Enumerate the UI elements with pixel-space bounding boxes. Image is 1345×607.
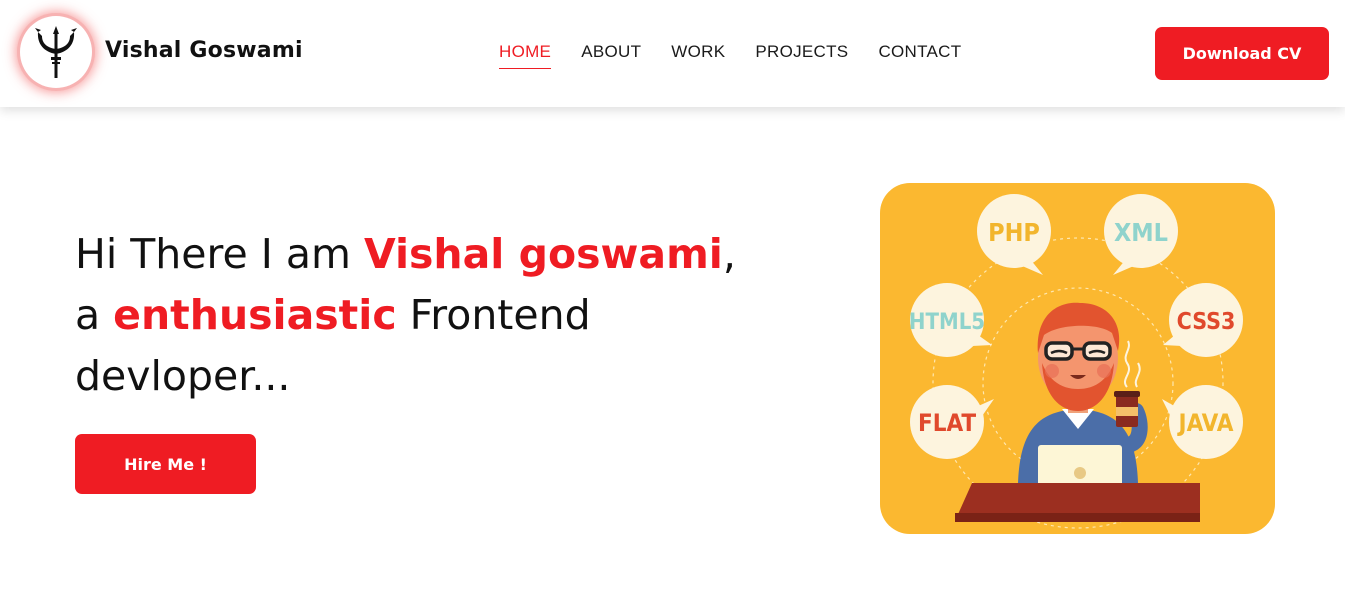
bubble-xml-label: XML [1114, 218, 1168, 247]
hero-heading: Hi There I am Vishal goswami, a enthusia… [75, 224, 815, 407]
bubble-php-label: PHP [988, 218, 1040, 247]
bubble-flat: FLAT [910, 385, 994, 459]
developer-illustration: PHP XML HTML5 CSS3 FLAT JAVA [880, 183, 1275, 534]
developer-illustration-art: PHP XML HTML5 CSS3 FLAT JAVA [909, 194, 1243, 529]
bubble-html5: HTML5 [909, 283, 992, 357]
site-header: Vishal Goswami HOME ABOUT WORK PROJECTS … [0, 0, 1345, 107]
hero-line-3: devloper... [75, 352, 291, 400]
hero-line-1-prefix: Hi There I am [75, 230, 364, 278]
nav-work[interactable]: WORK [671, 42, 725, 69]
brand-name[interactable]: Vishal Goswami [105, 38, 303, 63]
hero-accent-word: enthusiastic [113, 291, 397, 339]
trident-icon [35, 26, 77, 78]
hero-line-1: Hi There I am Vishal goswami, [75, 224, 815, 285]
download-cv-button[interactable]: Download CV [1155, 27, 1329, 80]
nav-contact[interactable]: CONTACT [878, 42, 961, 69]
hero-line-1-suffix: , [722, 230, 736, 278]
bubble-css3-label: CSS3 [1177, 309, 1236, 335]
bubble-flat-label: FLAT [918, 409, 976, 437]
main-nav: HOME ABOUT WORK PROJECTS CONTACT [499, 42, 991, 69]
bubble-css3: CSS3 [1163, 283, 1243, 357]
nav-projects[interactable]: PROJECTS [755, 42, 848, 69]
bubble-xml: XML [1104, 194, 1178, 275]
bubble-java: JAVA [1162, 385, 1243, 459]
hero-line-2: a enthusiastic Frontend [75, 285, 815, 346]
nav-home[interactable]: HOME [499, 42, 552, 69]
logo[interactable] [20, 16, 92, 88]
bubble-java-label: JAVA [1177, 409, 1234, 437]
hero-line-2-suffix: Frontend [396, 291, 591, 339]
nav-about[interactable]: ABOUT [581, 42, 641, 69]
hero-line-2-prefix: a [75, 291, 114, 339]
hero-name: Vishal goswami [363, 230, 723, 278]
developer-character [1018, 302, 1148, 507]
bubble-html5-label: HTML5 [909, 310, 985, 335]
bubble-php: PHP [977, 194, 1051, 275]
hire-me-button[interactable]: Hire Me ! [75, 434, 256, 494]
